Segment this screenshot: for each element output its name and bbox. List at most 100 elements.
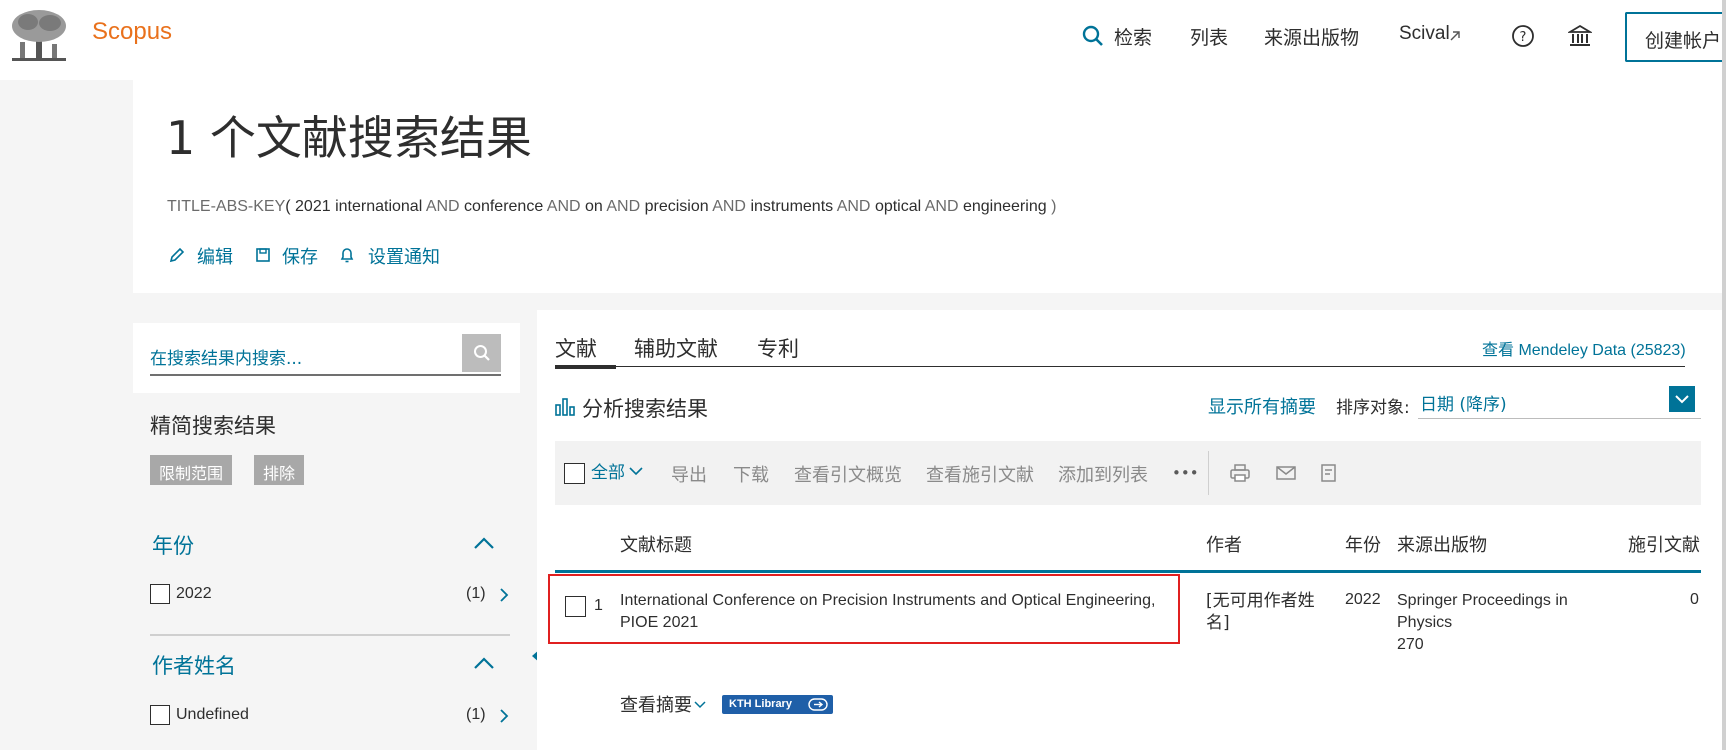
limit-to-button[interactable]: 限制范围 (150, 455, 233, 485)
source-volume: 270 (1397, 636, 1424, 653)
tab-secondary-documents[interactable]: 辅助文献 (634, 333, 718, 363)
query-paren-open: ( (285, 198, 291, 215)
search-icon[interactable] (1081, 24, 1105, 48)
kth-library-label: KTH Library (729, 698, 792, 710)
source-title-link[interactable]: Springer Proceedings in Physics (1397, 590, 1597, 634)
refine-results-title: 精简搜索结果 (150, 414, 276, 438)
sort-dropdown-button[interactable] (1669, 386, 1695, 412)
query-term: instruments (750, 198, 834, 215)
facet-year-header[interactable]: 年份 (152, 530, 194, 560)
download-button[interactable]: 下载 (733, 461, 769, 487)
kth-library-button[interactable]: KTH Library (722, 695, 833, 714)
facet-author-undefined: Undefined (176, 706, 249, 723)
search-within-results-input[interactable] (150, 340, 501, 376)
page-scrollbar[interactable] (1722, 0, 1726, 750)
chevron-down-icon (1675, 395, 1689, 404)
save-icon (256, 248, 270, 262)
results-panel (537, 310, 1726, 750)
external-link-icon (1450, 31, 1460, 41)
query-operator: AND (606, 198, 641, 215)
nav-scival[interactable]: Scival (1399, 23, 1450, 45)
column-header-year[interactable]: 年份 (1345, 531, 1381, 557)
facet-count: (1) (466, 706, 486, 723)
query-operator: AND (712, 198, 746, 215)
query-field: TITLE-ABS-KEY (167, 198, 286, 215)
help-icon[interactable]: ? (1511, 24, 1535, 48)
bar-chart-icon (555, 398, 575, 416)
facet-checkbox[interactable] (150, 584, 170, 604)
tab-documents[interactable]: 文献 (555, 333, 597, 363)
highlight-box (548, 574, 1180, 644)
query-term: optical (874, 198, 922, 215)
email-icon[interactable] (1275, 462, 1297, 484)
save-search-button[interactable]: 保存 (282, 243, 318, 269)
tab-patents[interactable]: 专利 (757, 333, 799, 363)
tabs-divider (555, 366, 1685, 367)
scopus-brand[interactable]: Scopus (92, 18, 172, 46)
page-title: 1 个文献搜索结果 (166, 111, 532, 165)
document-authors: [无可用作者姓名] (1206, 591, 1315, 633)
search-icon (474, 345, 490, 361)
document-year: 2022 (1345, 591, 1381, 608)
column-header-title[interactable]: 文献标题 (620, 531, 692, 557)
query-operator: AND (836, 198, 871, 215)
query-operator: AND (425, 198, 460, 215)
search-within-button[interactable] (462, 334, 501, 372)
select-all-checkbox[interactable] (564, 463, 585, 484)
more-options-button[interactable]: ••• (1172, 464, 1199, 482)
bibliography-icon[interactable] (1318, 462, 1340, 484)
chevron-up-icon[interactable] (473, 536, 495, 550)
set-alert-button[interactable]: 设置通知 (368, 243, 440, 269)
query-paren-close: ) (1051, 198, 1057, 215)
query-term: 2021 (295, 198, 331, 215)
create-account-button[interactable]: 创建帐户 (1625, 12, 1726, 62)
sort-label: 排序对象: (1336, 398, 1410, 418)
analyze-results-link[interactable]: 分析搜索结果 (582, 393, 708, 423)
chevron-down-icon[interactable] (694, 701, 706, 709)
facet-year-2022: 2022 (176, 585, 212, 602)
facet-checkbox[interactable] (150, 705, 170, 725)
mendeley-data-link[interactable]: 查看 Mendeley Data (25823) (1482, 336, 1686, 360)
export-button[interactable]: 导出 (671, 461, 707, 487)
nav-search[interactable]: 检索 (1114, 23, 1152, 50)
document-cited-count[interactable]: 0 (1690, 591, 1699, 609)
query-term: engineering (962, 198, 1047, 215)
chevron-right-icon[interactable] (499, 708, 509, 724)
query-term: conference (464, 198, 544, 215)
add-to-list-button[interactable]: 添加到列表 (1058, 461, 1148, 487)
chevron-down-icon[interactable] (629, 466, 643, 476)
institution-icon[interactable] (1568, 24, 1592, 48)
show-all-abstracts-link[interactable]: 显示所有摘要 (1208, 393, 1316, 419)
nav-sources[interactable]: 来源出版物 (1264, 23, 1359, 50)
view-abstract-toggle[interactable]: 查看摘要 (620, 691, 692, 717)
column-header-source[interactable]: 来源出版物 (1397, 531, 1487, 557)
select-all-dropdown[interactable]: 全部 (591, 458, 625, 483)
query-operator: AND (546, 198, 581, 215)
table-header-divider (555, 570, 1701, 573)
top-bar (0, 0, 1726, 80)
facet-count: (1) (466, 585, 486, 602)
query-term: precision (644, 198, 709, 215)
edit-search-button[interactable]: 编辑 (197, 243, 233, 269)
chevron-up-icon[interactable] (473, 656, 495, 670)
query-term: on (585, 198, 603, 215)
link-out-icon (808, 698, 828, 711)
print-icon[interactable] (1229, 462, 1251, 484)
edit-icon (169, 247, 185, 263)
facet-author-header[interactable]: 作者姓名 (152, 650, 236, 680)
facet-divider (150, 634, 510, 636)
active-tab-indicator (555, 365, 616, 369)
query-term: international (335, 198, 423, 215)
sort-value[interactable]: 日期 (降序) (1420, 390, 1507, 415)
toolbar-divider (1208, 451, 1209, 495)
query-operator: AND (924, 198, 959, 215)
column-header-cited-by[interactable]: 施引文献 (1628, 531, 1700, 557)
column-header-authors[interactable]: 作者 (1206, 531, 1242, 557)
citation-overview-button[interactable]: 查看引文概览 (794, 461, 902, 487)
chevron-right-icon[interactable] (499, 587, 509, 603)
elsevier-logo-icon[interactable] (8, 8, 70, 64)
cited-by-button[interactable]: 查看施引文献 (926, 461, 1034, 487)
search-query: TITLE-ABS-KEY( 2021 international AND co… (167, 198, 1056, 216)
exclude-button[interactable]: 排除 (254, 455, 305, 485)
nav-lists[interactable]: 列表 (1190, 23, 1228, 50)
